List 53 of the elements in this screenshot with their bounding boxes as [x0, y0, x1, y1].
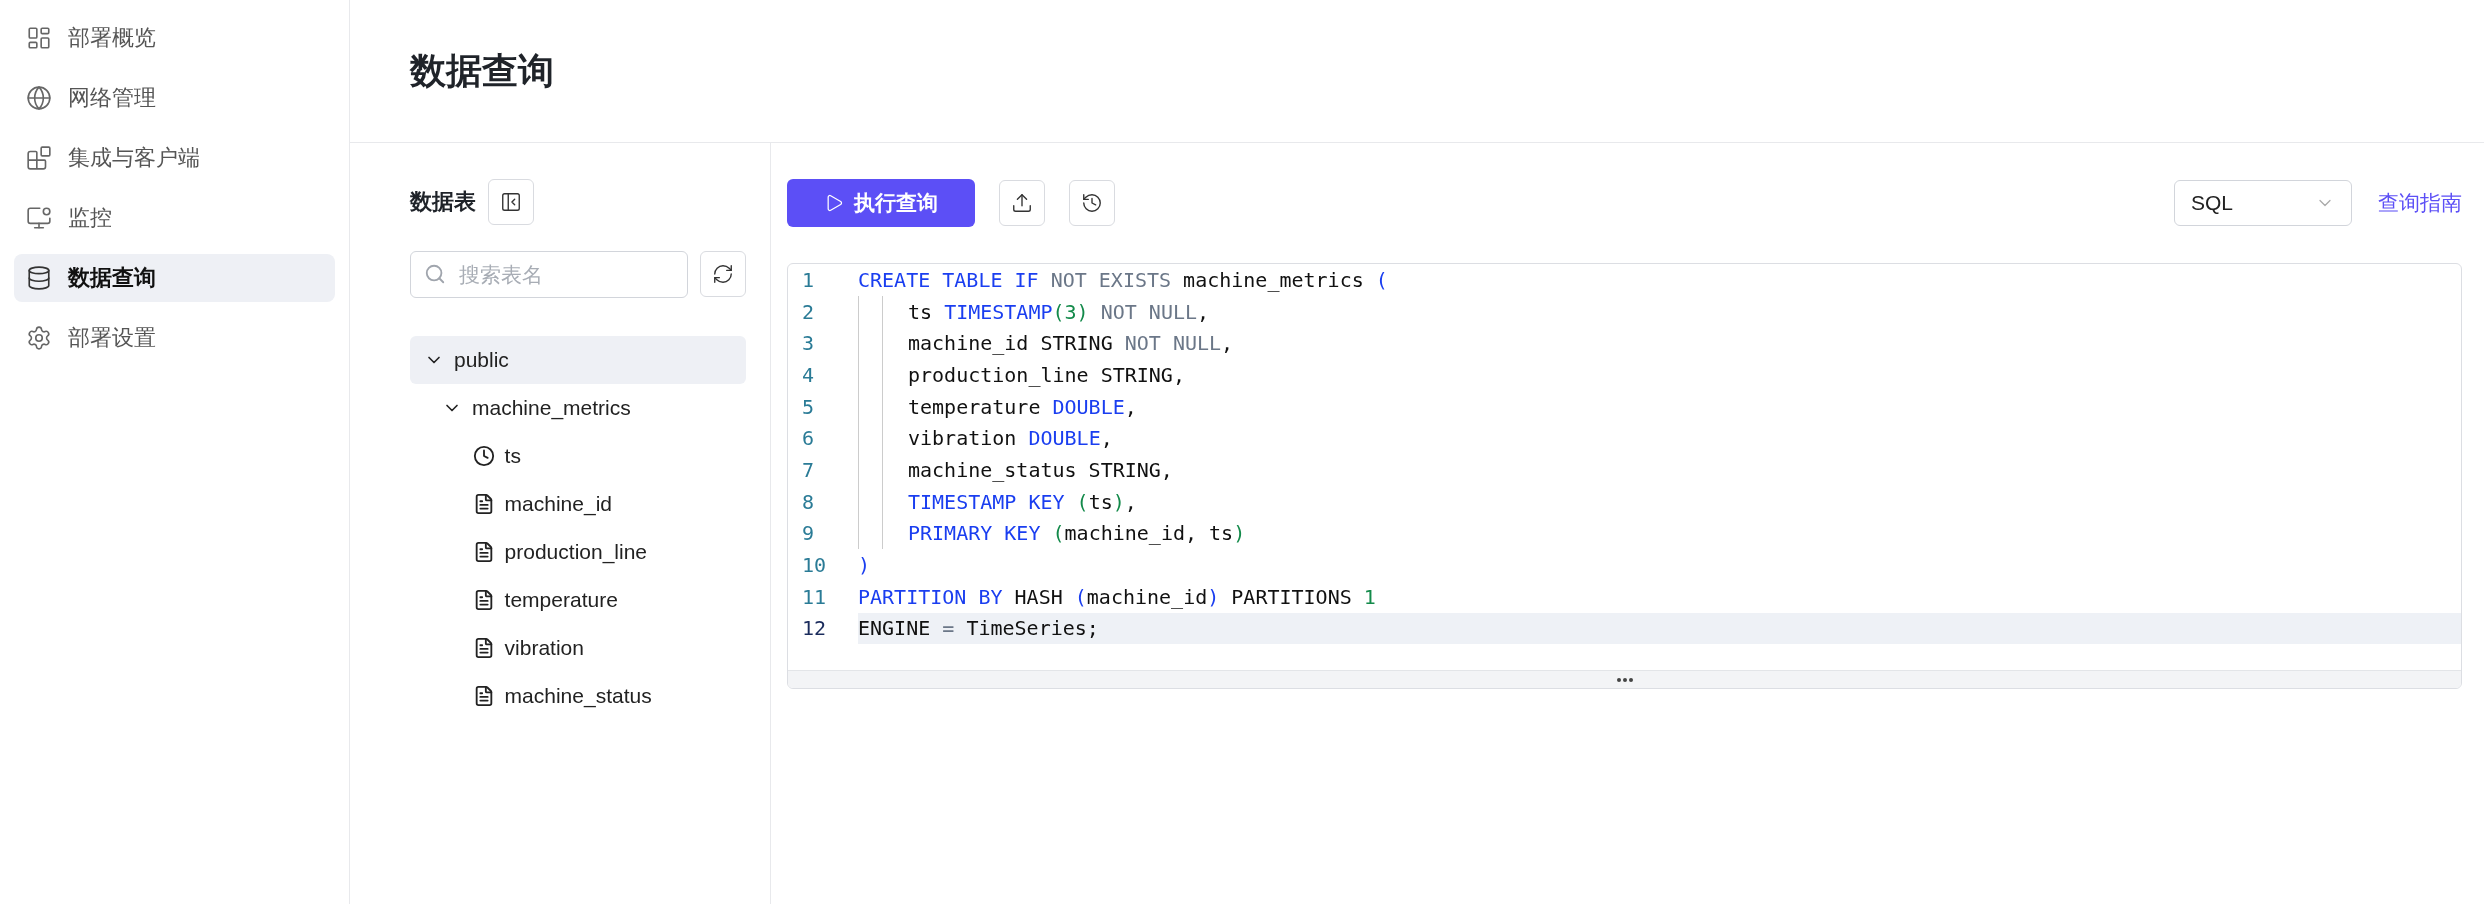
refresh-icon	[712, 263, 734, 285]
language-select[interactable]: SQL	[2174, 180, 2352, 226]
line-number: 1	[801, 267, 816, 292]
clock-icon	[472, 445, 495, 467]
line-number: 2	[801, 299, 816, 324]
search-field[interactable]: 搜索表名	[410, 251, 688, 298]
settings-icon	[26, 325, 52, 351]
line-number: 5	[801, 394, 816, 419]
monitor-icon	[26, 205, 52, 231]
line-number: 12	[801, 616, 828, 641]
upload-icon	[1011, 192, 1033, 214]
tree-item[interactable]: vibration	[410, 624, 746, 672]
collapse-panel-button[interactable]	[488, 179, 534, 225]
nav-item[interactable]: 集成与客户端	[14, 134, 335, 182]
collapse-panel-icon	[500, 191, 522, 213]
tree-item[interactable]: machine_status	[410, 672, 746, 720]
query-guide-link[interactable]: 查询指南	[2378, 189, 2462, 217]
nav-item[interactable]: 部署设置	[14, 314, 335, 362]
line-number: 11	[801, 584, 828, 609]
line-number: 7	[801, 457, 816, 482]
run-query-button[interactable]: 执行查询	[787, 179, 975, 227]
line-number: 6	[801, 426, 816, 451]
page-title: 数据查询	[410, 48, 554, 93]
tree-item[interactable]: public	[410, 336, 746, 384]
globe-icon	[26, 85, 52, 111]
nav-item[interactable]: 监控	[14, 194, 335, 242]
line-number: 3	[801, 331, 816, 356]
more-icon	[1616, 677, 1633, 682]
line-number: 8	[801, 489, 816, 514]
line-number: 10	[801, 553, 828, 578]
code-line: CREATE TABLE IF NOT EXISTS machine_metrics (	[858, 266, 1389, 294]
tree-item[interactable]: production_line	[410, 528, 746, 576]
code-line: )	[858, 552, 872, 580]
nav-item[interactable]: 部署概览	[14, 14, 335, 62]
tree-item[interactable]: temperature	[410, 576, 746, 624]
tree-item[interactable]: machine_metrics	[410, 384, 746, 432]
search-icon	[424, 263, 446, 285]
panel-title: 数据表	[410, 188, 476, 216]
refresh-button[interactable]	[700, 251, 746, 297]
resize-handle[interactable]	[788, 670, 2461, 688]
code-line: PARTITION BY HASH (machine_id) PARTITIONS 1	[858, 583, 1377, 611]
export-button[interactable]	[999, 180, 1045, 226]
line-number: 9	[801, 521, 816, 546]
nav-item[interactable]: 网络管理	[14, 74, 335, 122]
nav-item[interactable]: 数据查询	[14, 254, 335, 302]
history-button[interactable]	[1069, 180, 1115, 226]
tree-item[interactable]: ts	[410, 432, 746, 480]
history-icon	[1081, 192, 1103, 214]
tree-item[interactable]: machine_id	[410, 480, 746, 528]
blocks-icon	[26, 145, 52, 171]
database-icon	[26, 265, 52, 291]
dashboard-icon	[26, 25, 52, 51]
line-number: 4	[801, 362, 816, 387]
